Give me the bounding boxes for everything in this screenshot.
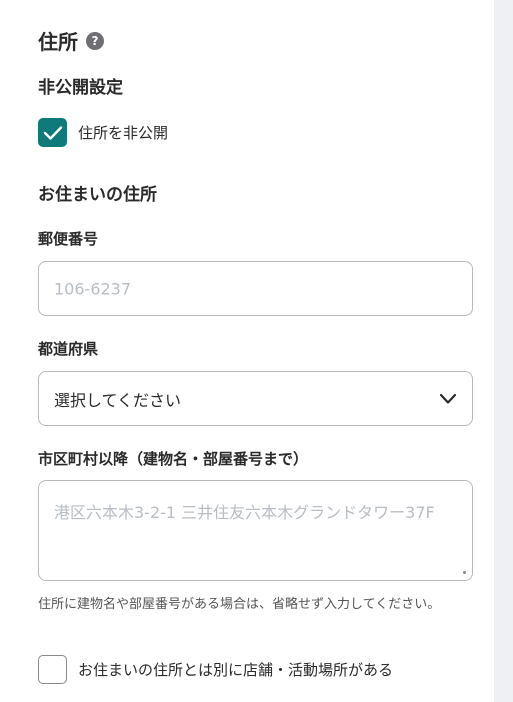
store-location-checkbox[interactable] (38, 655, 67, 684)
hide-address-label: 住所を非公開 (78, 124, 169, 142)
residence-heading: お住まいの住所 (38, 185, 157, 205)
address-detail-placeholder: 港区六本木3-2-1 三井住友六本木グランドタワー37F (54, 503, 435, 522)
postal-code-label: 郵便番号 (38, 230, 99, 248)
address-form-card: 住所 ? 非公開設定 住所を非公開 お住まいの住所 郵便番号 106-6237 … (0, 0, 494, 702)
prefecture-select[interactable]: 選択してください (38, 371, 473, 426)
hide-address-checkbox[interactable] (38, 118, 67, 147)
store-location-checkbox-row[interactable]: お住まいの住所とは別に店舗・活動場所がある (38, 655, 393, 684)
store-location-label: お住まいの住所とは別に店舗・活動場所がある (78, 661, 394, 679)
postal-code-input[interactable]: 106-6237 (38, 261, 473, 316)
hide-address-checkbox-row[interactable]: 住所を非公開 (38, 118, 168, 147)
help-icon[interactable]: ? (86, 31, 104, 50)
address-detail-textarea[interactable]: 港区六本木3-2-1 三井住友六本木グランドタワー37F (38, 480, 473, 581)
section-title: 住所 ? (38, 26, 104, 55)
privacy-heading: 非公開設定 (38, 78, 123, 98)
chevron-down-icon (439, 393, 457, 404)
prefecture-selected-value: 選択してください (54, 390, 182, 410)
checkmark-icon (43, 125, 62, 140)
address-detail-label: 市区町村以降（建物名・部屋番号まで） (38, 450, 309, 468)
prefecture-label: 都道府県 (38, 340, 99, 358)
address-help-text: 住所に建物名や部屋番号がある場合は、省略せず入力してください。 (38, 597, 441, 612)
resize-handle[interactable] (463, 571, 466, 574)
section-title-text: 住所 (38, 30, 78, 54)
postal-code-placeholder: 106-6237 (54, 279, 132, 298)
